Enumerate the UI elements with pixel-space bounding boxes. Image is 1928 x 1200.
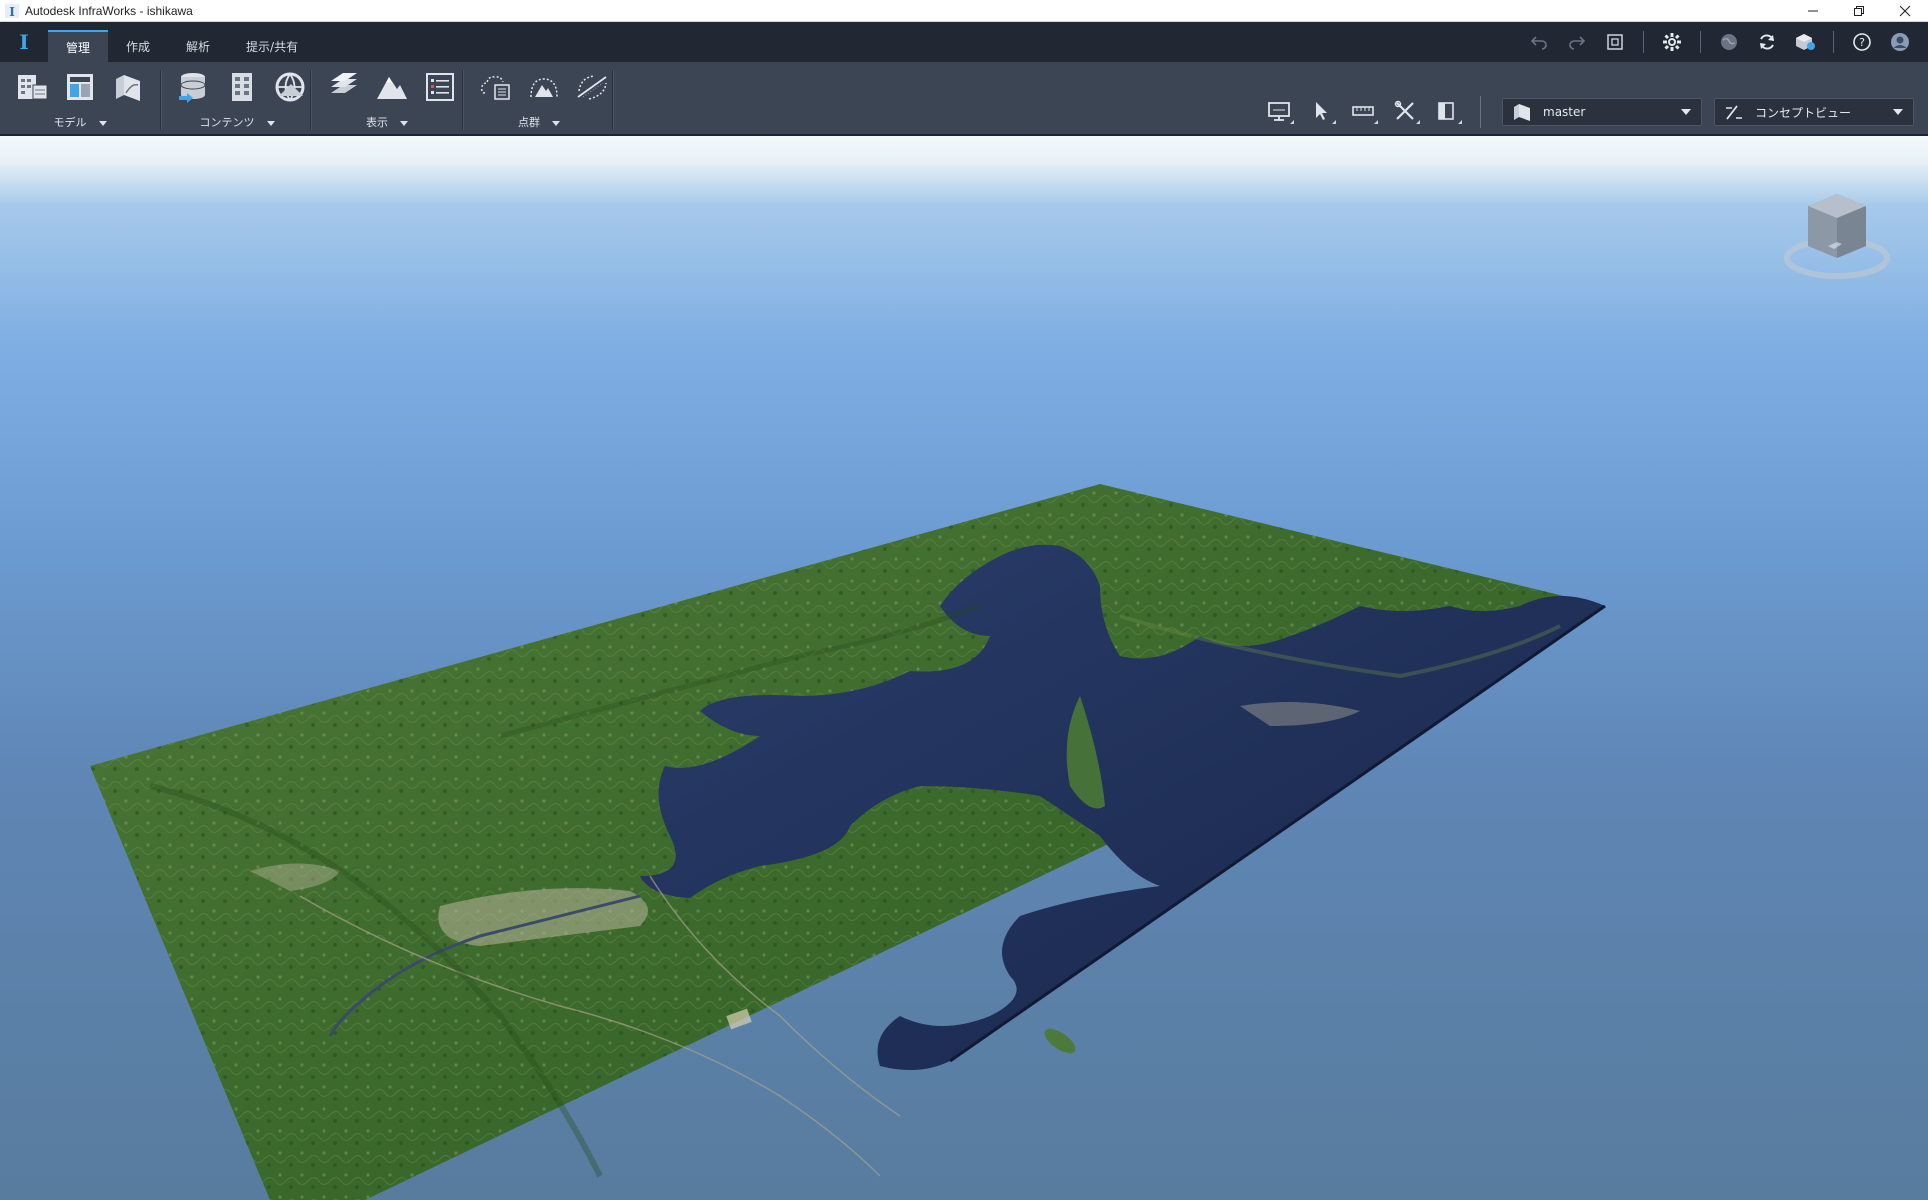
globe-icon[interactable]	[1715, 28, 1743, 56]
tab-present-share[interactable]: 提示/共有	[228, 30, 316, 62]
quick-access-toolbar: ?	[1525, 28, 1914, 56]
chevron-down-icon	[552, 120, 560, 126]
layers-icon[interactable]	[324, 68, 364, 106]
ribbon-separator	[612, 70, 614, 130]
point-cloud-terrain-icon[interactable]	[524, 68, 564, 106]
proposal-dropdown[interactable]: master	[1502, 98, 1702, 126]
ribbon-group-point-cloud: 点群	[464, 68, 614, 132]
toolbar-separator	[1700, 31, 1701, 53]
select-cursor-icon[interactable]	[1304, 96, 1338, 126]
chevron-down-icon	[400, 120, 408, 126]
ribbon-panel: モデル コンテンツ 表示 点群 master コンセプトビュー	[0, 62, 1928, 136]
ribbon-group-content: コンテンツ	[162, 68, 312, 132]
sync-icon[interactable]	[1753, 28, 1781, 56]
close-button[interactable]	[1882, 0, 1928, 22]
terrain-texture	[90, 484, 1605, 1200]
flyout-indicator	[1290, 120, 1294, 124]
redo-icon[interactable]	[1563, 28, 1591, 56]
undo-icon[interactable]	[1525, 28, 1553, 56]
window-title: Autodesk InfraWorks - ishikawa	[25, 3, 193, 18]
help-icon[interactable]: ?	[1848, 28, 1876, 56]
view-style-dropdown[interactable]: コンセプトビュー	[1714, 98, 1914, 126]
chevron-down-icon	[1681, 109, 1691, 115]
point-cloud-edit-icon[interactable]	[572, 68, 612, 106]
title-bar: I Autodesk InfraWorks - ishikawa	[0, 0, 1928, 22]
style-palette-icon[interactable]	[222, 68, 262, 106]
view-style-value: コンセプトビュー	[1755, 105, 1852, 120]
list-view-icon[interactable]	[420, 68, 460, 106]
terrain-icon[interactable]	[372, 68, 412, 106]
measure-icon[interactable]	[1346, 96, 1380, 126]
concept-view-icon	[1721, 99, 1747, 125]
proposal-value: master	[1543, 105, 1586, 119]
svg-text:?: ?	[1859, 36, 1865, 49]
proposal-icon	[1509, 99, 1535, 125]
svg-text:I: I	[9, 5, 15, 18]
application-menu-button[interactable]: I	[0, 22, 48, 62]
model-explorer-icon[interactable]	[12, 68, 52, 106]
flyout-indicator	[1332, 120, 1336, 124]
svg-text:I: I	[19, 31, 28, 53]
ribbon-group-label[interactable]: モデル	[0, 114, 160, 130]
3d-viewport[interactable]	[0, 136, 1928, 1200]
model-cloud-icon[interactable]	[1791, 28, 1819, 56]
point-cloud-list-icon[interactable]	[476, 68, 516, 106]
ribbon-group-display: 表示	[312, 68, 462, 132]
flyout-indicator	[1374, 120, 1378, 124]
island	[1044, 1028, 1076, 1054]
chevron-down-icon	[266, 120, 275, 126]
user-avatar[interactable]	[1886, 28, 1914, 56]
tab-analyze[interactable]: 解析	[168, 30, 228, 62]
tools-icon[interactable]	[1388, 96, 1422, 126]
viewport-tools	[1262, 96, 1464, 126]
data-sources-icon[interactable]	[174, 68, 214, 106]
model-properties-icon[interactable]	[60, 68, 100, 106]
chevron-down-icon	[98, 120, 107, 126]
ribbon-group-label[interactable]: コンテンツ	[162, 114, 312, 130]
menu-tab-bar: I 管理 作成 解析 提示/共有 ?	[0, 22, 1928, 62]
ribbon-group-model: モデル	[0, 68, 160, 132]
window-controls	[1790, 0, 1928, 22]
panel-toggle-icon[interactable]	[1430, 96, 1464, 126]
toolbar-separator	[1480, 96, 1481, 128]
flyout-indicator	[1458, 120, 1462, 124]
flyout-indicator	[1416, 120, 1420, 124]
surface-layers-icon[interactable]	[270, 68, 310, 106]
viewcube[interactable]	[1782, 186, 1892, 286]
fit-view-icon[interactable]	[1601, 28, 1629, 56]
chevron-down-icon	[1893, 109, 1903, 115]
gear-icon[interactable]	[1658, 28, 1686, 56]
tab-manage[interactable]: 管理	[48, 30, 109, 62]
minimize-button[interactable]	[1790, 0, 1836, 22]
ribbon-group-label[interactable]: 点群	[464, 114, 614, 130]
toolbar-separator	[1833, 31, 1834, 53]
toolbar-separator	[1643, 31, 1644, 53]
ribbon-group-label[interactable]: 表示	[312, 114, 462, 130]
display-monitor-icon[interactable]	[1262, 96, 1296, 126]
tab-create[interactable]: 作成	[108, 30, 168, 62]
restore-button[interactable]	[1836, 0, 1882, 22]
terrain-model	[90, 484, 1606, 1200]
model-extent-icon[interactable]	[108, 68, 148, 106]
infraworks-app-icon: I	[4, 3, 20, 19]
